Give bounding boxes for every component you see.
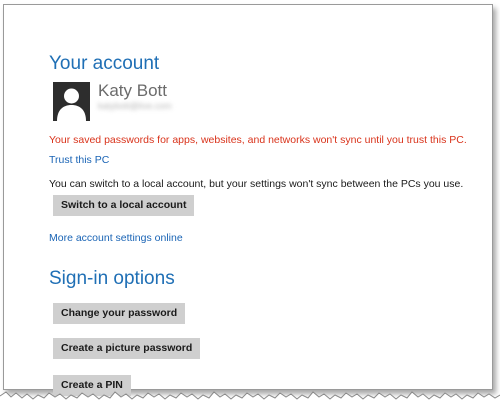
screenshot-page: Your account Katy Bott katybott@live.com… xyxy=(0,0,500,408)
change-password-button[interactable]: Change your password xyxy=(53,303,186,324)
local-account-info: You can switch to a local account, but y… xyxy=(49,178,464,190)
trust-this-pc-link[interactable]: Trust this PC xyxy=(49,154,109,166)
user-email-blurred: katybott@live.com xyxy=(98,101,172,111)
your-account-heading: Your account xyxy=(49,53,160,74)
create-picture-password-button[interactable]: Create a picture password xyxy=(53,338,201,359)
sign-in-options-heading: Sign-in options xyxy=(49,268,175,289)
more-account-settings-link[interactable]: More account settings online xyxy=(49,232,183,244)
person-silhouette-icon xyxy=(57,88,86,121)
torn-paper-edge xyxy=(0,391,500,408)
settings-panel: Your account Katy Bott katybott@live.com… xyxy=(3,4,493,396)
switch-to-local-account-button[interactable]: Switch to a local account xyxy=(53,195,195,216)
sync-warning-message: Your saved passwords for apps, websites,… xyxy=(49,134,467,146)
user-name: Katy Bott xyxy=(98,81,167,100)
user-avatar-icon xyxy=(53,82,90,121)
